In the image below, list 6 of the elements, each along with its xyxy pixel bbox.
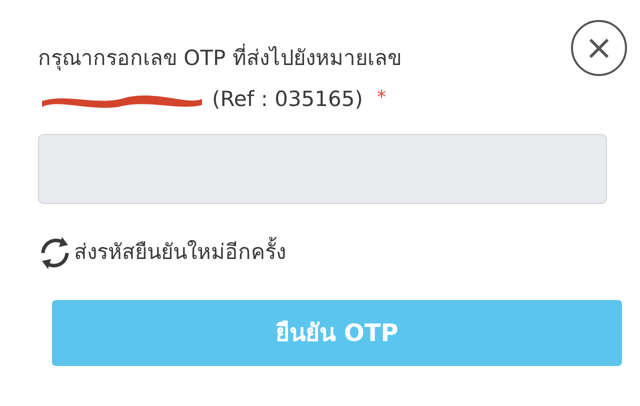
- reference-code: (Ref : 035165): [212, 86, 363, 114]
- otp-field[interactable]: [38, 134, 607, 204]
- close-button[interactable]: ×: [571, 20, 627, 76]
- required-asterisk: *: [376, 86, 386, 110]
- resend-link[interactable]: ส่งรหัสยืนยันใหม่อีกครั้ง: [38, 234, 286, 272]
- otp-prompt: กรุณากรอกเลข OTP ที่ส่งไปยังหมายเลข: [38, 40, 402, 76]
